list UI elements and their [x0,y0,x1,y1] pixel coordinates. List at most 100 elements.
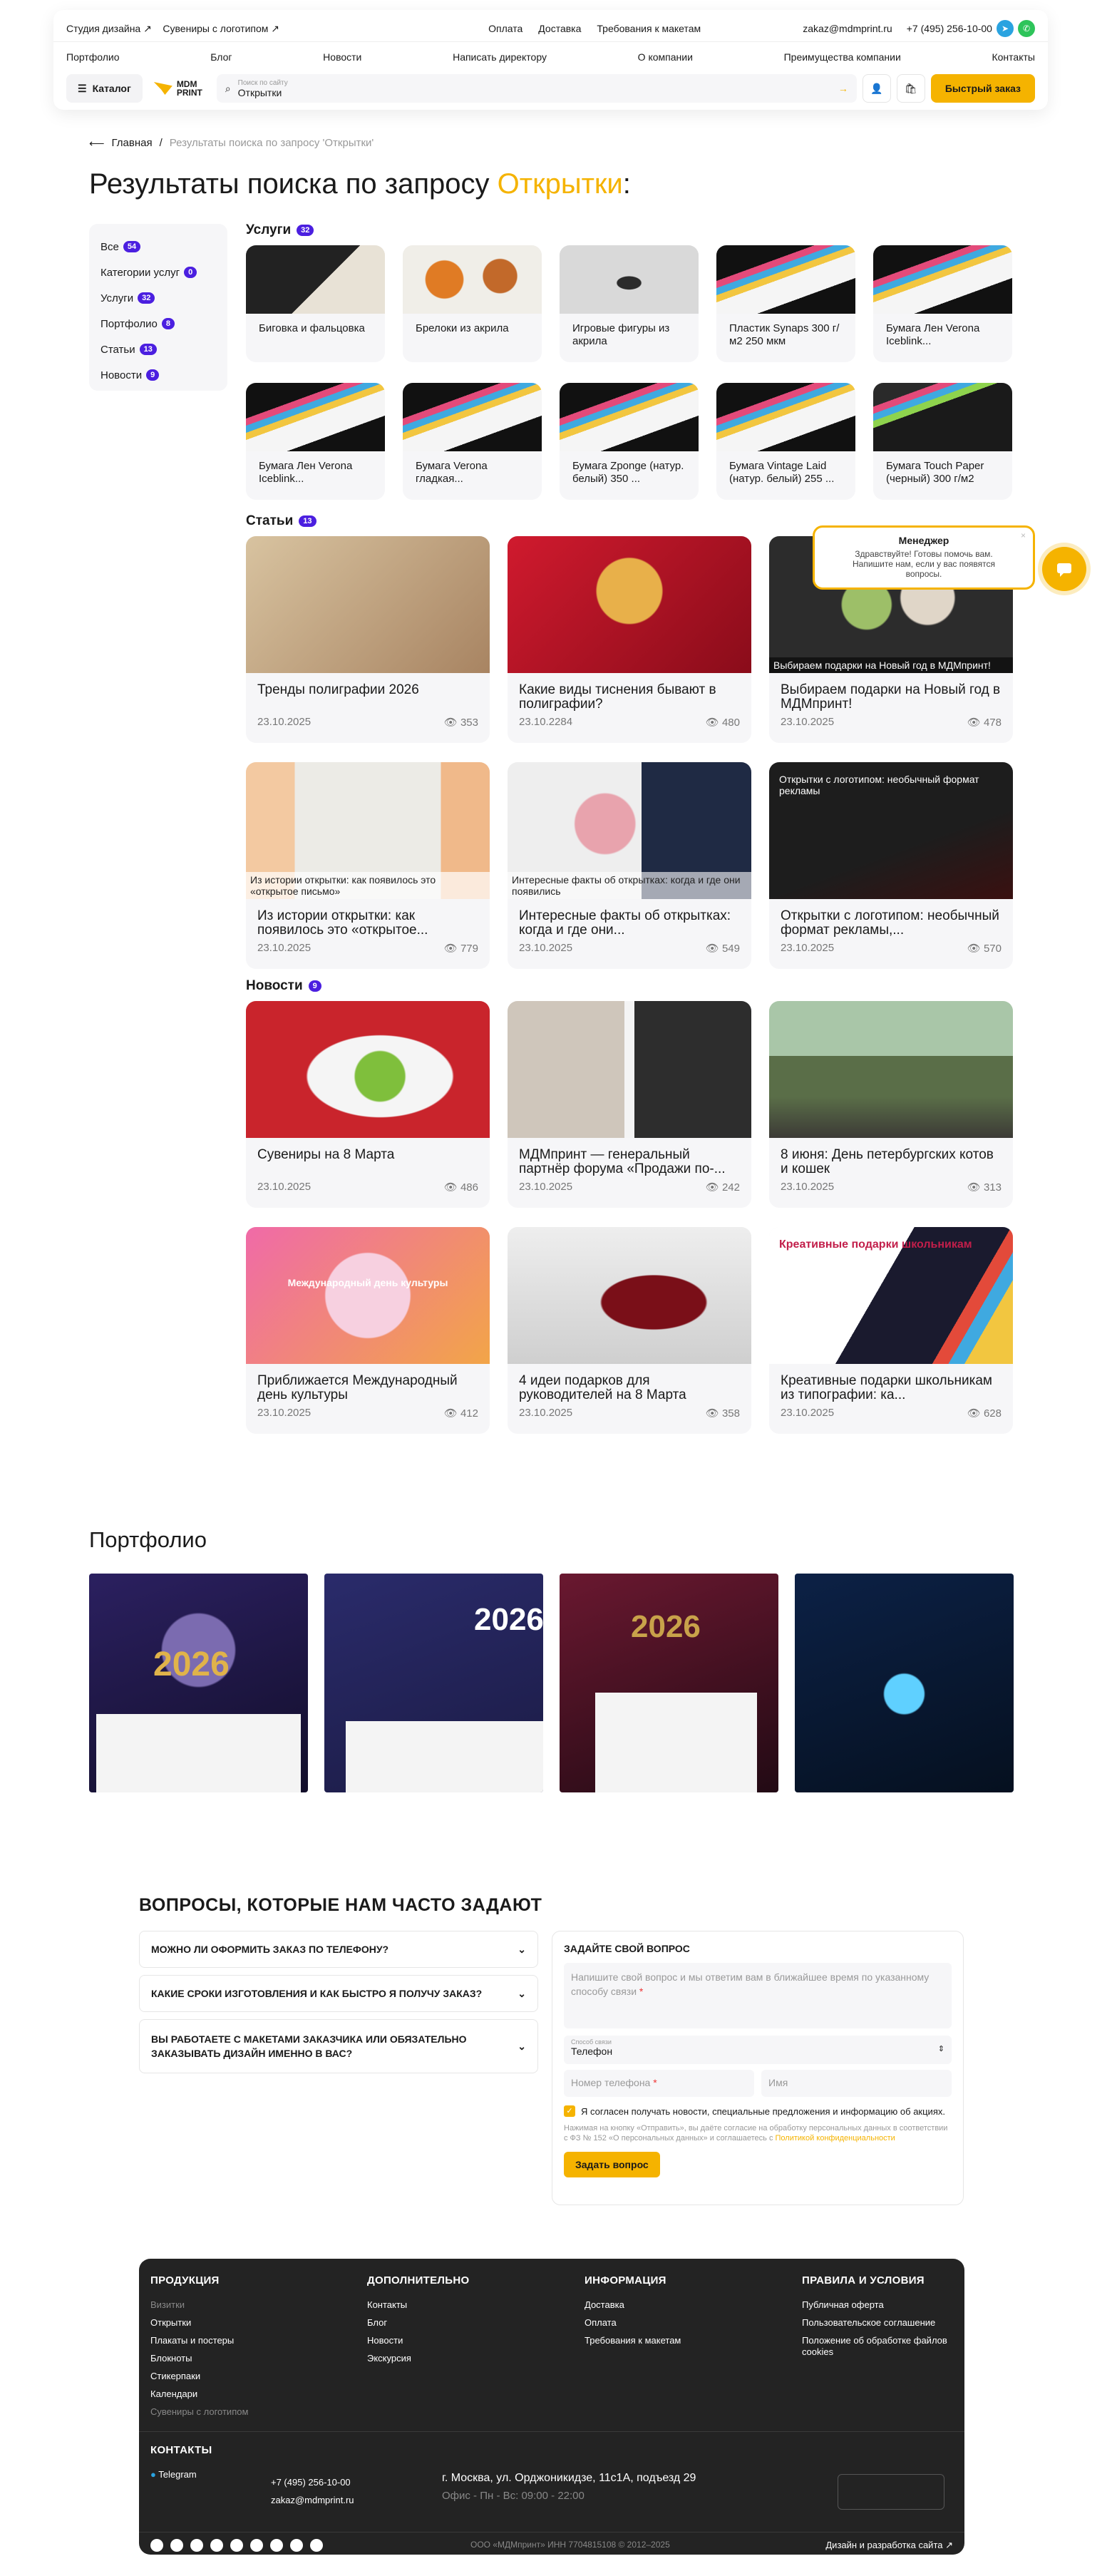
back-arrow-icon[interactable]: ⟵ [89,137,105,150]
nav-news[interactable]: Новости [323,51,361,63]
footer-phone[interactable]: +7 (495) 256-10-00 [271,2477,354,2488]
footer-link[interactable]: Сувениры с логотипом [150,2406,248,2418]
phone-field[interactable]: Номер телефона * [564,2070,754,2097]
faq-item[interactable]: ВЫ РАБОТАЕТЕ С МАКЕТАМИ ЗАКАЗЧИКА ИЛИ ОБ… [139,2019,538,2073]
footer-link[interactable]: Открытки [150,2317,248,2329]
article-card[interactable]: Интересные факты об открытках: когда и г… [508,762,751,969]
footer-link[interactable]: Требования к макетам [585,2335,681,2346]
service-card[interactable]: Пластик Synaps 300 г/м2 250 мкм [716,245,855,362]
footer-link[interactable]: Блокноты [150,2353,248,2364]
telegram-link[interactable]: Telegram [158,2469,196,2480]
portfolio-item[interactable]: 2026 [324,1574,543,1792]
link-souvenirs[interactable]: Сувениры с логотипом [163,23,268,34]
pinterest-icon[interactable] [250,2539,263,2552]
footer-link[interactable]: Плакаты и постеры [150,2335,248,2346]
footer-link[interactable]: Оплата [585,2317,681,2329]
ok-icon[interactable] [230,2539,243,2552]
portfolio-item[interactable]: 2026 [560,1574,778,1792]
submit-question-button[interactable]: Задать вопрос [564,2152,660,2177]
map-widget[interactable] [838,2474,944,2510]
footer-link[interactable]: Контакты [367,2299,469,2311]
footer-link[interactable]: Стикерпаки [150,2371,248,2382]
search-submit-arrow-icon[interactable]: → [838,83,848,94]
news-card[interactable]: Сувениры на 8 Марта 23.10.2025 👁 486 [246,1001,490,1208]
user-icon[interactable]: 👤 [862,74,891,103]
service-card[interactable]: Бумага Vintage Laid (натур. белый) 255 .… [716,383,855,500]
link-design-studio[interactable]: Студия дизайна [66,23,140,34]
footer-link[interactable]: Положение об обработке файлов cookies [802,2335,952,2358]
service-card[interactable]: Биговка и фальцовка [246,245,385,362]
nav-blog[interactable]: Блог [210,51,232,63]
article-card[interactable]: Какие виды тиснения бывают в полиграфии?… [508,536,751,743]
footer-link[interactable]: Календари [150,2388,248,2400]
nav-portfolio[interactable]: Портфолио [66,51,120,63]
close-icon[interactable]: × [1021,530,1026,540]
footer-link[interactable]: Экскурсия [367,2353,469,2364]
privacy-link[interactable]: Политикой конфиденциальности [776,2134,895,2143]
news-card[interactable]: 8 июня: День петербургских котов и кошек… [769,1001,1013,1208]
service-card[interactable]: Бумага Touch Paper (черный) 300 г/м2 [873,383,1012,500]
footer-link[interactable]: Пользовательское соглашение [802,2317,952,2329]
nav-about[interactable]: О компании [638,51,693,63]
chat-bubble-icon[interactable] [1042,547,1086,591]
service-card[interactable]: Игровые фигуры из акрила [560,245,699,362]
link-delivery[interactable]: Доставка [538,23,581,34]
dzen-icon[interactable] [290,2539,303,2552]
footer-link[interactable]: Новости [367,2335,469,2346]
telegram-icon[interactable] [150,2539,163,2552]
cart-icon[interactable]: 🛍 [896,74,925,103]
portfolio-item[interactable] [795,1574,1014,1792]
nav-contacts[interactable]: Контакты [992,51,1034,63]
faq-item[interactable]: МОЖНО ЛИ ОФОРМИТЬ ЗАКАЗ ПО ТЕЛЕФОНУ? ⌄ [139,1931,538,1968]
link-payment[interactable]: Оплата [488,23,522,34]
header-phone[interactable]: +7 (495) 256-10-00 [907,23,992,34]
tiktok-icon[interactable] [270,2539,283,2552]
portfolio-item[interactable]: 2026 [89,1574,308,1792]
nav-write-director[interactable]: Написать директору [453,51,547,63]
article-card[interactable]: Открытки с логотипом: необычный формат р… [769,762,1013,969]
catalog-button[interactable]: ☰ Каталог [66,74,143,103]
filter-portfolio[interactable]: Портфолио 8 [101,311,216,337]
instagram-icon[interactable] [310,2539,323,2552]
news-card[interactable]: Международный день культуры Приближается … [246,1227,490,1434]
footer-link[interactable]: Визитки [150,2299,248,2311]
chat-popup[interactable]: × Менеджер Здравствуйте! Готовы помочь в… [813,525,1035,590]
consent-checkbox[interactable]: ✓ Я согласен получать новости, специальны… [564,2105,952,2118]
rutube-icon[interactable] [210,2539,223,2552]
footer-link[interactable]: Блог [367,2317,469,2329]
article-card[interactable]: Тренды полиграфии 2026 23.10.2025 👁 353 [246,536,490,743]
question-textarea[interactable]: Напишите свой вопрос и мы ответим вам в … [564,1963,952,2028]
link-requirements[interactable]: Требования к макетам [597,23,701,34]
service-card[interactable]: Бумага Zponge (натур. белый) 350 ... [560,383,699,500]
youtube-icon[interactable] [190,2539,203,2552]
footer-link[interactable]: Доставка [585,2299,681,2311]
name-field[interactable]: Имя [761,2070,952,2097]
dev-link[interactable]: Дизайн и разработка сайта ↗ [825,2540,953,2551]
contact-method-select[interactable]: Способ связи Телефон ⇕ [564,2036,952,2064]
news-card[interactable]: Креативные подарки школьникам Креативные … [769,1227,1013,1434]
telegram-icon[interactable]: ➤ [996,20,1014,37]
filter-articles[interactable]: Статьи 13 [101,337,216,362]
nav-advantages[interactable]: Преимущества компании [784,51,901,63]
service-card[interactable]: Бумага Verona гладкая... [403,383,542,500]
service-card[interactable]: Бумага Лен Verona Iceblink... [246,383,385,500]
service-card[interactable]: Бумага Лен Verona Iceblink... [873,245,1012,362]
filter-services[interactable]: Услуги 32 [101,285,216,311]
filter-all[interactable]: Все 54 [101,234,216,260]
footer-email[interactable]: zakaz@mdmprint.ru [271,2495,354,2506]
news-card[interactable]: 4 идеи подарков для руководителей на 8 М… [508,1227,751,1434]
search-input[interactable]: ⌕ Поиск по сайту Открытки → [216,74,857,103]
filter-service-categories[interactable]: Категории услуг 0 [101,260,216,285]
article-card[interactable]: Из истории открытки: как появилось это «… [246,762,490,969]
service-card[interactable]: Брелоки из акрила [403,245,542,362]
quick-order-button[interactable]: Быстрый заказ [930,74,1035,103]
header-email[interactable]: zakaz@mdmprint.ru [803,23,892,34]
breadcrumb-home[interactable]: Главная [112,137,153,150]
footer-link[interactable]: Публичная оферта [802,2299,952,2311]
logo[interactable]: MDM PRINT [153,80,205,97]
filter-news[interactable]: Новости 9 [101,362,216,388]
news-card[interactable]: МДМпринт — генеральный партнёр форума «П… [508,1001,751,1208]
vk-icon[interactable] [170,2539,183,2552]
whatsapp-icon[interactable]: ✆ [1017,20,1035,37]
faq-item[interactable]: КАКИЕ СРОКИ ИЗГОТОВЛЕНИЯ И КАК БЫСТРО Я … [139,1975,538,2012]
